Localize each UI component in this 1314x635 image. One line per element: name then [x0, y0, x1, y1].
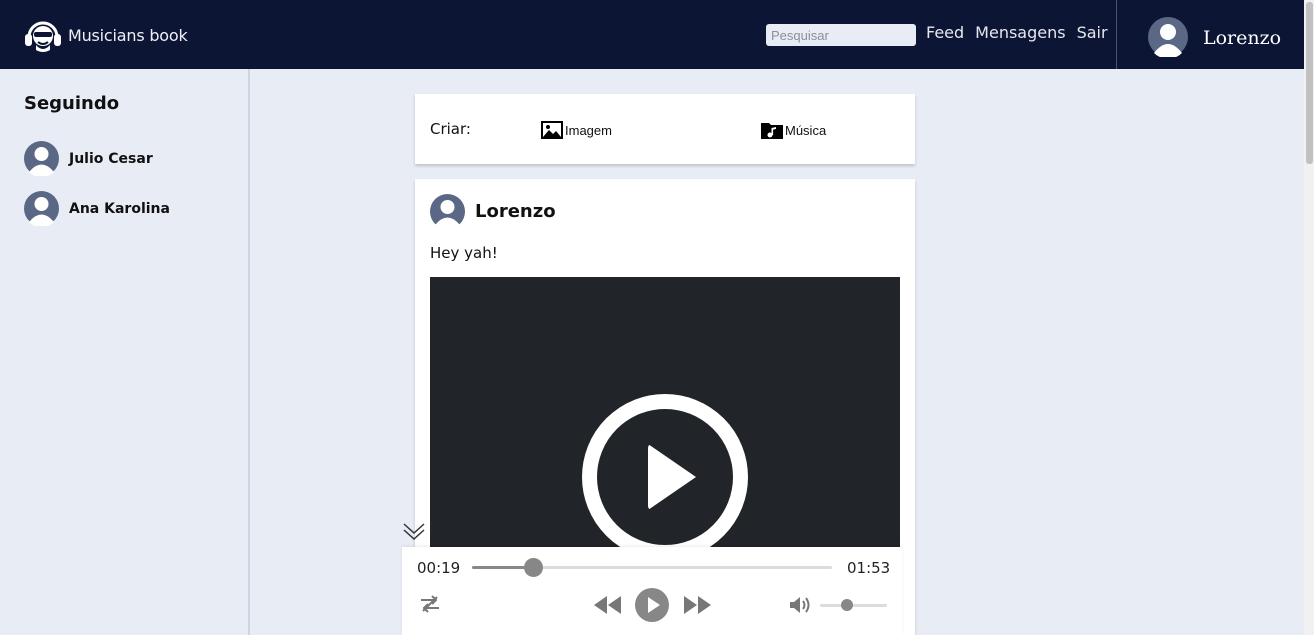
- audio-player: 00:19 01:53: [402, 547, 902, 635]
- create-image-label: Imagem: [565, 122, 612, 138]
- musician-headphones-icon: [25, 21, 61, 52]
- following-sidebar: Seguindo Julio Cesar Ana Karolina: [0, 69, 250, 635]
- music-folder-icon: [761, 123, 783, 139]
- play-pause-button[interactable]: [635, 588, 669, 622]
- create-music-button[interactable]: Música: [761, 121, 826, 139]
- user-avatar: [24, 191, 59, 226]
- create-label: Criar:: [430, 120, 471, 138]
- search-input[interactable]: [766, 24, 916, 46]
- user-avatar[interactable]: [1148, 17, 1188, 57]
- sidebar-title: Seguindo: [24, 93, 120, 114]
- user-avatar[interactable]: [430, 194, 465, 229]
- top-nav: Feed Mensagens Sair: [926, 23, 1108, 42]
- current-time: 00:19: [417, 559, 461, 577]
- scrollbar-thumb[interactable]: [1306, 2, 1313, 164]
- following-name: Julio Cesar: [69, 150, 153, 167]
- post-text: Hey yah!: [430, 244, 498, 262]
- volume-icon[interactable]: [789, 595, 811, 615]
- chevron-double-down-icon[interactable]: [403, 520, 425, 542]
- nav-logout-link[interactable]: Sair: [1077, 23, 1108, 42]
- following-item[interactable]: Julio Cesar: [24, 141, 153, 176]
- create-post-card: Criar: Imagem Música: [415, 94, 915, 164]
- app-logo[interactable]: Musicians book: [24, 17, 188, 53]
- volume-slider[interactable]: [820, 599, 887, 611]
- repeat-icon[interactable]: [419, 594, 441, 614]
- following-name: Ana Karolina: [69, 200, 170, 217]
- following-item[interactable]: Ana Karolina: [24, 191, 170, 226]
- create-music-label: Música: [785, 122, 827, 138]
- nav-messages-link[interactable]: Mensagens: [975, 23, 1065, 42]
- top-header: Musicians book Feed Mensagens Sair Loren…: [0, 0, 1314, 69]
- create-image-button[interactable]: Imagem: [541, 121, 612, 139]
- image-icon: [541, 121, 563, 139]
- volume-handle[interactable]: [840, 599, 853, 611]
- header-user-name[interactable]: Lorenzo: [1203, 27, 1281, 49]
- nav-feed-link[interactable]: Feed: [926, 23, 964, 42]
- user-avatar: [24, 141, 59, 176]
- app-name: Musicians book: [68, 25, 188, 45]
- rewind-icon[interactable]: [594, 596, 622, 614]
- total-time: 01:53: [847, 559, 891, 577]
- header-divider: [1116, 0, 1117, 69]
- post-author[interactable]: Lorenzo: [475, 201, 556, 222]
- play-icon: [648, 444, 696, 510]
- progress-slider[interactable]: [472, 558, 832, 577]
- progress-handle[interactable]: [524, 558, 544, 577]
- fast-forward-icon[interactable]: [683, 596, 711, 614]
